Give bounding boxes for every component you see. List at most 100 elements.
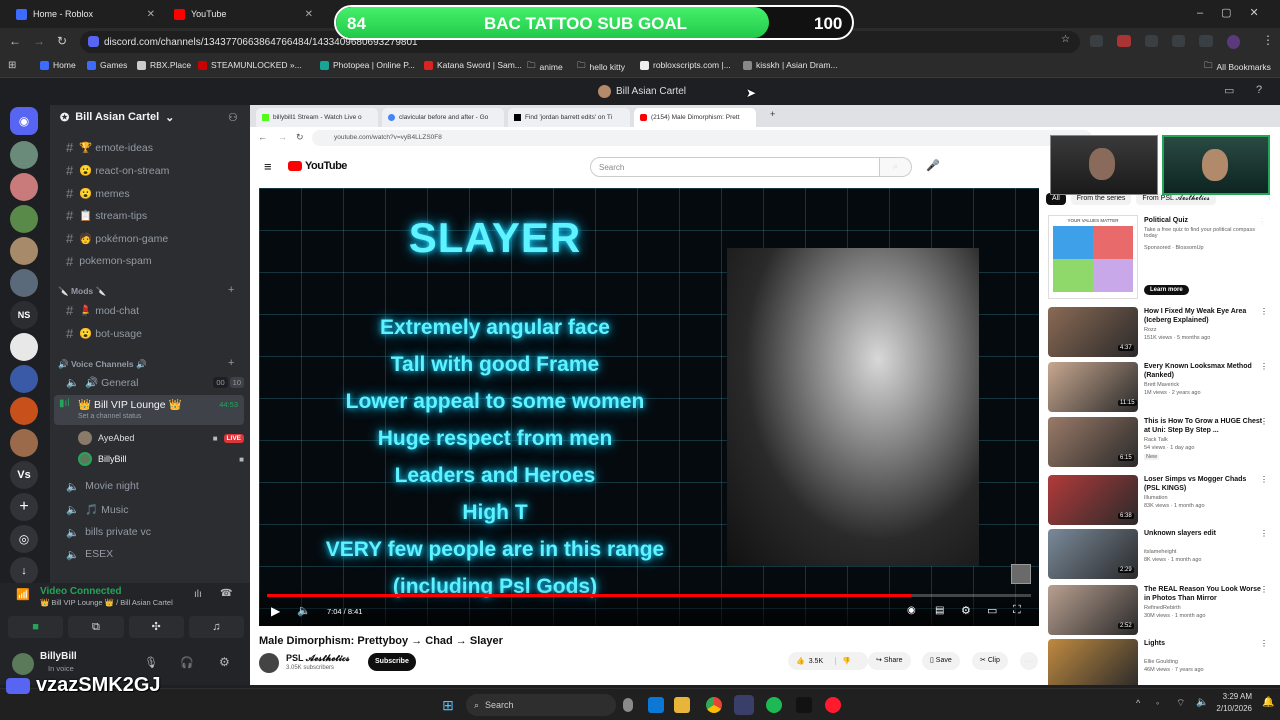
voice-member[interactable]: BillyBill ■ (78, 450, 244, 468)
channel-watermark[interactable] (1011, 564, 1031, 584)
video-title[interactable]: The REAL Reason You Look Worse in Photos… (1144, 585, 1264, 603)
channel-name[interactable]: Brett Maverick (1144, 382, 1179, 388)
bookmark-robloxscripts[interactable]: robloxscripts.com |... (640, 60, 731, 70)
search-icon[interactable]: ⌕ (880, 157, 912, 177)
recommendation-item[interactable]: 2:29 Unknown slayers edit itslameheight 8K … (1048, 529, 1276, 581)
discord-home-icon[interactable]: ◉ (10, 107, 38, 135)
inner-tab[interactable]: clavicular before and after - Go (382, 108, 504, 127)
channel-name[interactable]: Rozz (1144, 327, 1157, 333)
recommendation-item[interactable]: 4:37 How I Fixed My Weak Eye Area (Iceber… (1048, 307, 1276, 359)
channel-pokemon-game[interactable]: # 🧑 pokémon-game (60, 228, 244, 248)
server-icon[interactable] (10, 397, 38, 425)
window-controls[interactable]: –▢✕ (1197, 6, 1277, 19)
channel-status[interactable]: Set a channel status (78, 413, 141, 420)
channel-stream-tips[interactable]: # 📋 stream-tips (60, 205, 244, 225)
video-thumbnail[interactable] (1048, 639, 1138, 685)
back-icon[interactable]: ← (258, 132, 267, 142)
microphone-icon[interactable]: 🎙 (144, 656, 158, 669)
video-title[interactable]: Unknown slayers edit (1144, 529, 1264, 538)
help-icon[interactable]: ? (1256, 84, 1262, 96)
channel-name[interactable]: Rack Talk (1144, 437, 1168, 443)
noise-suppression-icon[interactable]: ılı (194, 589, 202, 600)
taskbar-search[interactable]: ⌕ Search (466, 694, 616, 716)
sponsored-ad[interactable]: YOUR VALUES MATTER Political Quiz Take a… (1048, 215, 1276, 305)
bookmark-kisskh[interactable]: kisskh | Asian Dram... (743, 60, 838, 70)
browser-tab-youtube[interactable]: YouTube ✕ (166, 3, 321, 25)
menu-icon[interactable]: ⋮ (1262, 33, 1274, 47)
more-vert-icon[interactable]: ⋮ (1260, 639, 1268, 648)
back-icon[interactable]: ← (9, 34, 21, 48)
voice-channel-general[interactable]: 🔈 🔊 General 00 10 (60, 372, 244, 392)
recommendation-item[interactable]: 6:38 Loser Simps vs Mogger Chads (PSL KIN… (1048, 475, 1276, 527)
forward-icon[interactable]: → (278, 132, 287, 142)
more-vert-icon[interactable]: ⋮ (1258, 217, 1266, 226)
close-icon[interactable]: ✕ (147, 9, 155, 20)
channel-name[interactable]: itslameheight (1144, 549, 1176, 555)
server-icon[interactable] (10, 205, 38, 233)
share-button[interactable]: ↪ Share (868, 652, 911, 670)
extensions-area[interactable] (1090, 35, 1240, 49)
inner-tab[interactable]: Find 'jordan barrett edits' on Ti (508, 108, 630, 127)
download-icon[interactable]: ↓ (10, 557, 38, 585)
all-bookmarks[interactable]: 🗀 All Bookmarks (1204, 60, 1271, 74)
clip-button[interactable]: ✂ Clip (972, 652, 1008, 670)
tray-chevron-icon[interactable]: ^ (1136, 698, 1140, 708)
headphones-icon[interactable]: 🎧 (180, 656, 194, 669)
add-channel-icon[interactable]: + (228, 357, 234, 369)
video-title[interactable]: Lights (1144, 639, 1264, 648)
video-player[interactable]: SLAYER Extremely angular face Tall with … (259, 188, 1039, 626)
voice-channel-music[interactable]: 🔈 🎵 Music (60, 499, 244, 519)
channel-bot-usage[interactable]: # 😮 bot-usage (60, 323, 244, 343)
voice-member[interactable]: AyeAbed ■ LIVE (78, 429, 244, 447)
fullscreen-icon[interactable]: ⛶ (1013, 604, 1021, 617)
close-icon[interactable]: ✕ (305, 9, 313, 20)
notification-icon[interactable]: 🔔 (1262, 697, 1274, 708)
search-input[interactable]: Search (590, 157, 880, 177)
camera-toggle-icon[interactable]: ■ (8, 616, 64, 638)
channel-emote-ideas[interactable]: # 🏆 emote-ideas (60, 137, 244, 157)
channel-memes[interactable]: # 😮 memes (60, 183, 244, 203)
channel-avatar[interactable] (259, 653, 279, 673)
chrome-icon[interactable] (706, 697, 722, 713)
channel-name[interactable]: RefinedRebirth (1144, 605, 1181, 611)
channel-react-on-stream[interactable]: # 😮 react-on-stream (60, 160, 244, 180)
soundboard-icon[interactable]: ♫ (188, 616, 244, 638)
more-icon[interactable]: ⋯ (1020, 652, 1038, 670)
hamburger-menu-icon[interactable]: ≡ (264, 159, 272, 174)
server-icon[interactable] (10, 429, 38, 457)
server-icon[interactable] (10, 365, 38, 393)
server-icon[interactable] (10, 141, 38, 169)
server-icon-vs[interactable]: Vs (10, 461, 38, 489)
more-vert-icon[interactable]: ⋮ (1260, 417, 1268, 426)
more-vert-icon[interactable]: ⋮ (1260, 362, 1268, 371)
channel-name[interactable]: PSL 𝓐𝓮𝓼𝓽𝓱𝓮𝓽𝓲𝓬𝓼 (286, 653, 350, 664)
activities-icon[interactable]: ✣ (128, 616, 184, 638)
settings-gear-icon[interactable]: ⚙ (961, 604, 971, 617)
add-channel-icon[interactable]: + (228, 284, 234, 296)
voice-channel-movie-night[interactable]: 🔈 Movie night (60, 476, 244, 496)
server-header[interactable]: ✪ Bill Asian Cartel ⌄ (60, 111, 174, 124)
autoplay-toggle-icon[interactable]: ◉ (907, 605, 916, 616)
explore-icon[interactable]: ◎ (10, 525, 38, 553)
apps-grid-icon[interactable]: ⊞ (8, 60, 16, 71)
more-vert-icon[interactable]: ⋮ (1260, 529, 1268, 538)
screen-share-icon[interactable]: ⧉ (68, 616, 124, 638)
inner-url-input[interactable]: youtube.com/watch?v=vyB4LLZS0F8 (312, 130, 1092, 146)
inner-tab-active[interactable]: (2154) Male Dimorphism: Prett (634, 108, 756, 127)
voice-channel-bills-private-vc[interactable]: 🔈 bills private vc (60, 522, 244, 542)
voice-channel-bill-vip-lounge[interactable]: ▮ıl 👑 Bill VIP Lounge 👑 44:53 Set a chan… (54, 395, 244, 425)
inbox-icon[interactable]: ▭ (1224, 84, 1234, 97)
new-tab-icon[interactable]: + (770, 109, 775, 119)
youtube-logo[interactable]: YouTube (288, 160, 347, 172)
bookmark-games[interactable]: Games (87, 60, 127, 70)
channel-name[interactable]: Illumation (1144, 495, 1168, 501)
theater-mode-icon[interactable]: ▭ (987, 604, 997, 617)
bookmark-photopea[interactable]: Photopea | Online P... (320, 60, 415, 70)
server-icon[interactable] (10, 173, 38, 201)
tray-icon[interactable]: ◦ (1156, 698, 1159, 708)
subscribe-button[interactable]: Subscribe (368, 653, 416, 671)
bookmark-katana[interactable]: Katana Sword | Sam... (424, 60, 522, 70)
file-explorer-icon[interactable] (674, 697, 690, 713)
server-icon[interactable] (10, 269, 38, 297)
app-icon[interactable] (796, 697, 812, 713)
